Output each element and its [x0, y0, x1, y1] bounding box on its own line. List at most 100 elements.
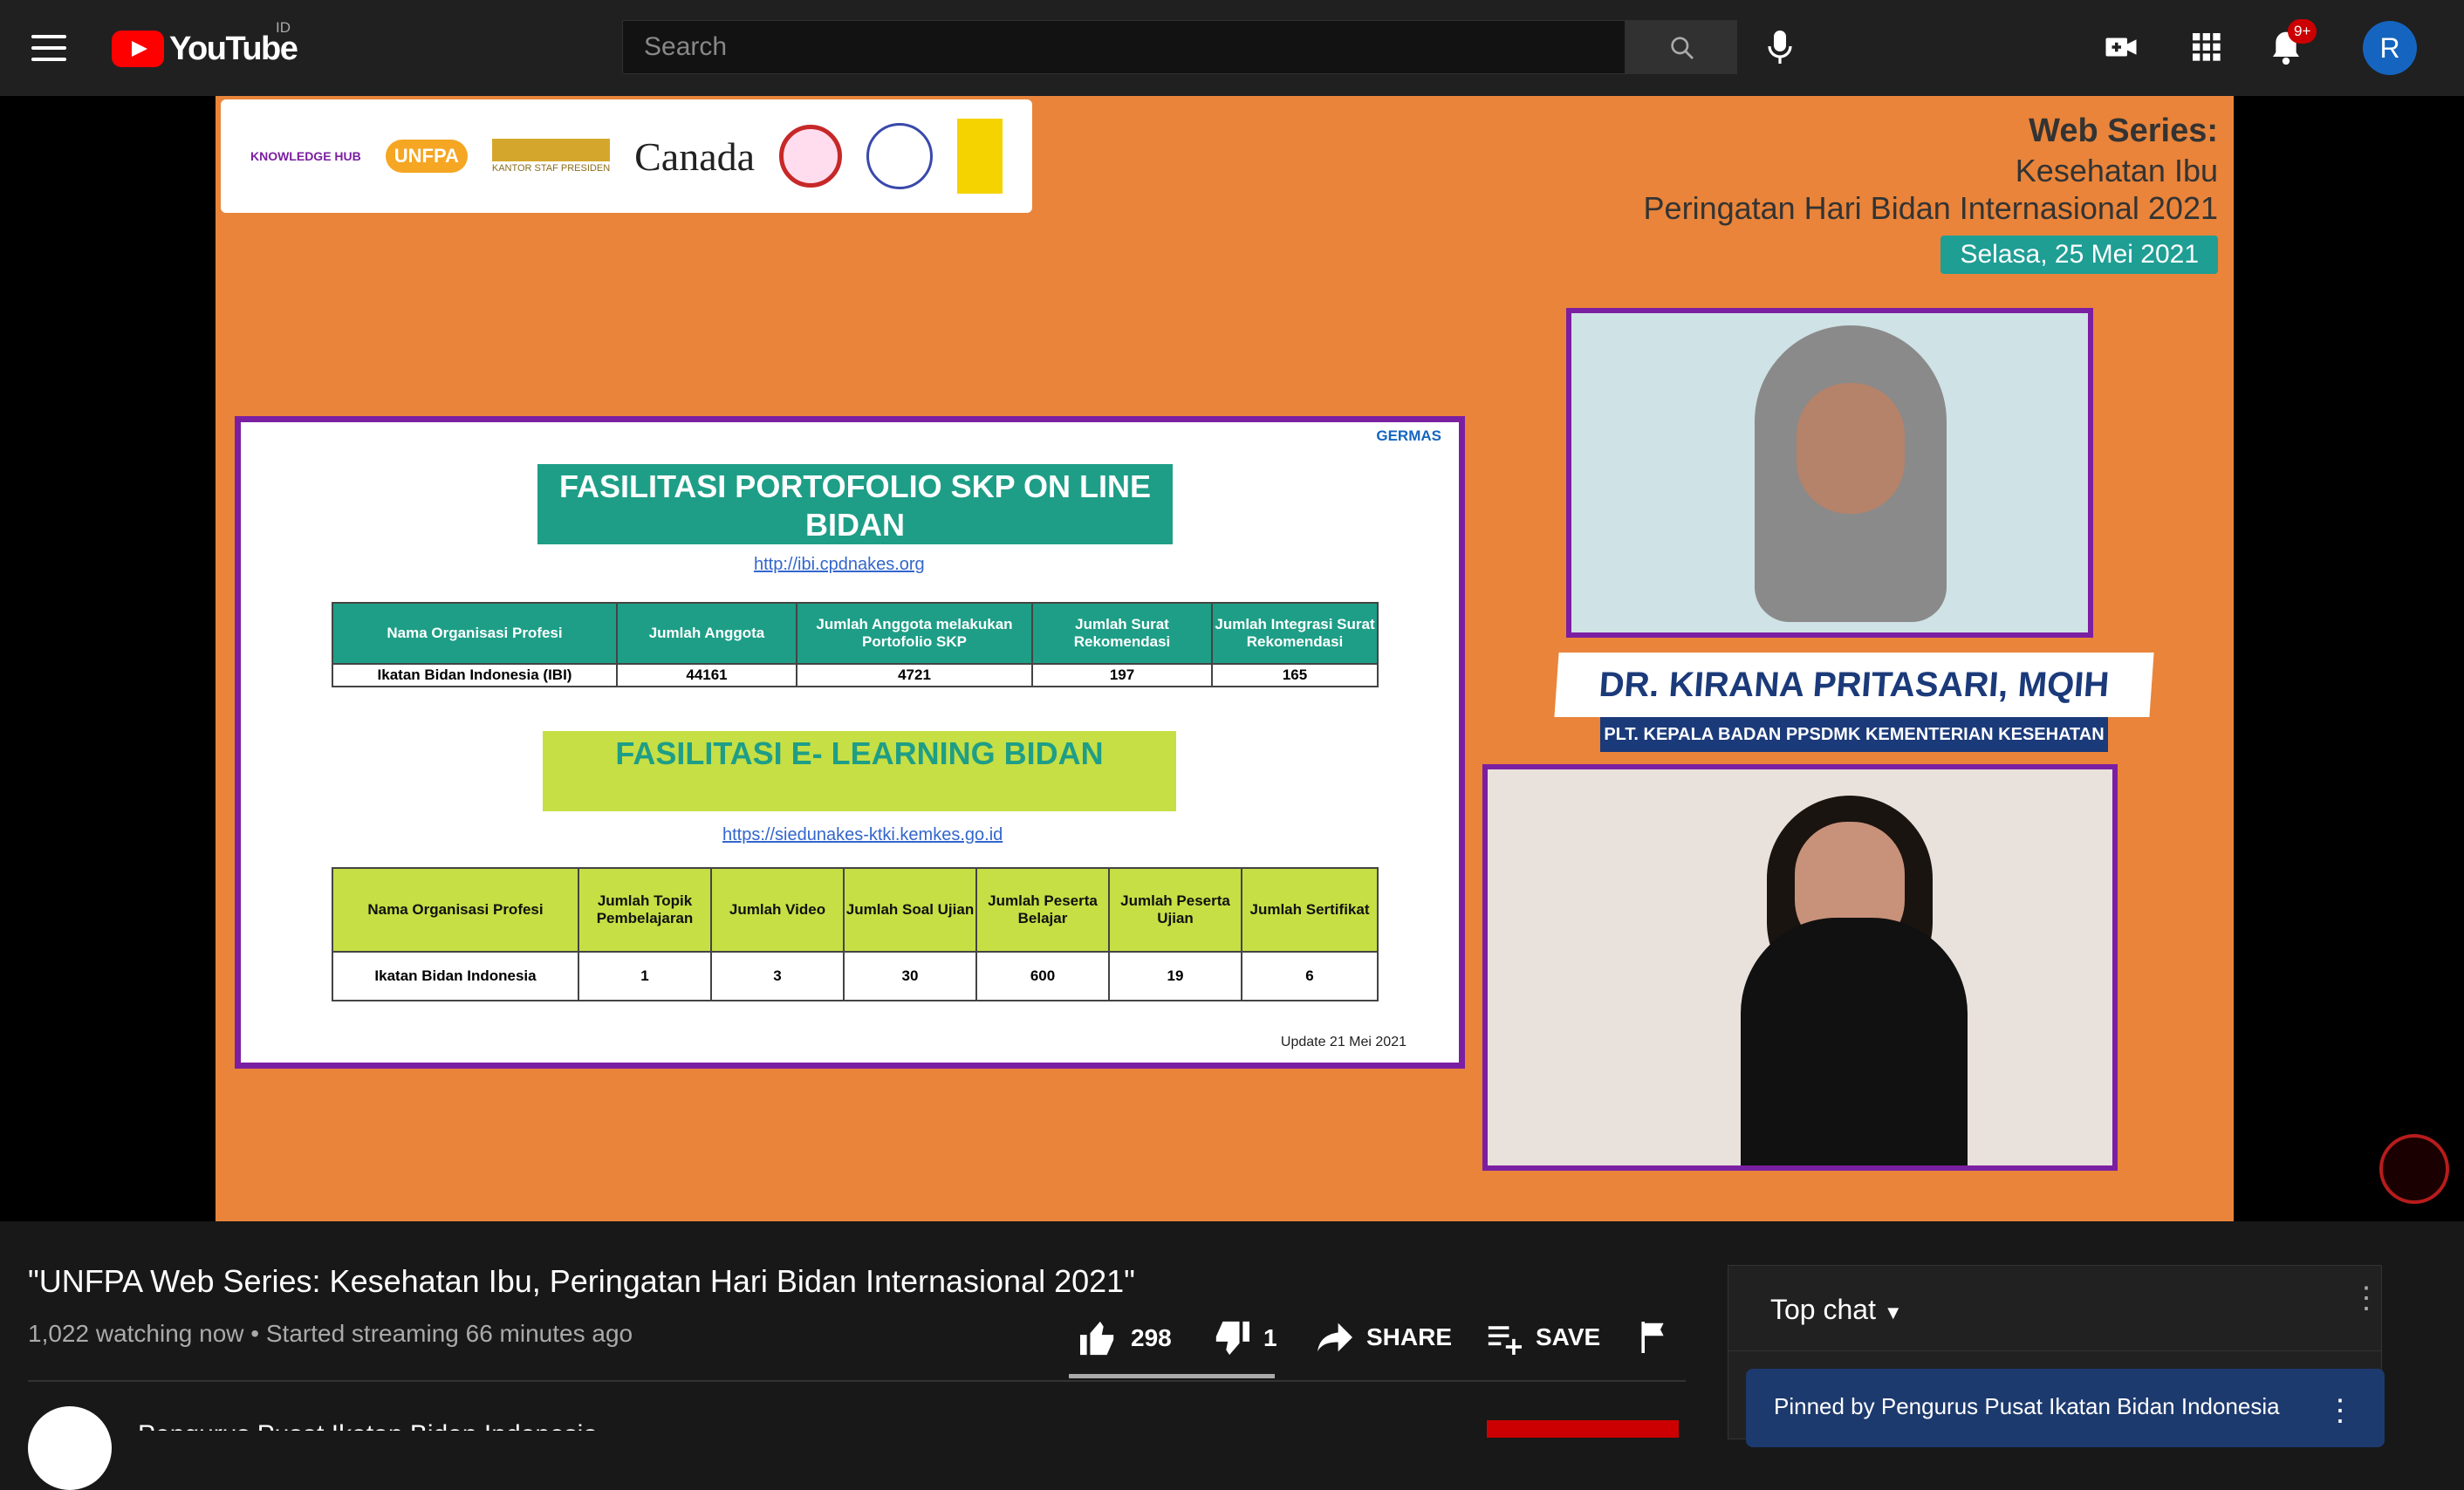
update-note: Update 21 Mei 2021: [1280, 1035, 1407, 1049]
microphone-icon: [1768, 31, 1792, 64]
thumbs-down-icon: [1215, 1321, 1249, 1356]
slide-link-2: https://siedunakes-ktki.kemkes.go.id: [722, 825, 1003, 844]
search-box: [622, 20, 1626, 74]
country-code: ID: [276, 19, 291, 36]
chat-header: Top chat ▼ ⋮: [1728, 1266, 2381, 1351]
speaker-name: DR. KIRANA PRITASARI, MQIH: [1554, 653, 2154, 717]
pinned-message[interactable]: Pinned by Pengurus Pusat Ikatan Bidan In…: [1746, 1369, 2385, 1447]
chat-mode-selector[interactable]: Top chat ▼: [1770, 1294, 1903, 1326]
video-camera-add-icon: [2105, 38, 2137, 57]
video-player[interactable]: KNOWLEDGE HUB UNFPA KANTOR STAF PRESIDEN…: [0, 96, 2464, 1221]
dislike-button[interactable]: 1: [1211, 1320, 1277, 1357]
knowledge-hub-logo: KNOWLEDGE HUB: [250, 149, 361, 163]
chat-more-icon[interactable]: ⋮: [2351, 1283, 2381, 1313]
share-icon: [1318, 1323, 1352, 1352]
table-header: Nama Organisasi Profesi: [332, 602, 618, 665]
table-cell: 3: [710, 951, 845, 1001]
save-button[interactable]: SAVE: [1485, 1320, 1600, 1355]
ibi-seal-icon: [779, 125, 843, 188]
channel-name[interactable]: Pengurus Pusat Ikatan Bidan Indonesia: [138, 1420, 598, 1431]
menu-icon[interactable]: [31, 35, 66, 61]
playlist-add-icon: [1488, 1326, 1522, 1355]
create-video-button[interactable]: [2103, 29, 2139, 70]
like-count: 298: [1131, 1324, 1172, 1351]
elearning-table: Nama Organisasi Profesi Jumlah Topik Pem…: [332, 867, 1379, 1001]
pinned-more-icon[interactable]: ⋮: [2325, 1393, 2355, 1428]
table-header: Jumlah Soal Ujian: [843, 867, 977, 953]
video-frame: KNOWLEDGE HUB UNFPA KANTOR STAF PRESIDEN…: [216, 96, 2234, 1221]
table-header: Jumlah Integrasi Surat Rekomendasi: [1211, 602, 1379, 665]
table-header: Jumlah Topik Pembelajaran: [578, 867, 712, 953]
voice-search-button[interactable]: [1766, 29, 1794, 72]
video-meta: 1,022 watching now • Started streaming 6…: [28, 1320, 633, 1347]
table-cell: 197: [1031, 663, 1213, 687]
table-cell: 19: [1108, 951, 1242, 1001]
account-avatar[interactable]: R: [2363, 21, 2417, 75]
series-info: Web Series: Kesehatan Ibu Peringatan Har…: [1644, 112, 2218, 274]
subscribe-button[interactable]: [1487, 1420, 1679, 1438]
search-input[interactable]: [623, 21, 1625, 73]
series-subtitle: Kesehatan Ibu: [2015, 152, 2218, 188]
youtube-logo[interactable]: YouTube ID: [112, 19, 298, 68]
notification-badge: 9+: [2288, 19, 2317, 44]
apps-grid-icon: [2193, 33, 2221, 61]
partner-logos: KNOWLEDGE HUB UNFPA KANTOR STAF PRESIDEN…: [221, 99, 1032, 213]
share-button[interactable]: SHARE: [1316, 1320, 1452, 1355]
youtube-play-icon: [112, 31, 164, 67]
canada-logo: Canada: [634, 133, 756, 179]
unfpa-logo: UNFPA: [385, 140, 468, 173]
flag-icon: [1641, 1322, 1664, 1353]
search-button[interactable]: [1626, 20, 1737, 74]
sign-language-camera: [1482, 764, 2118, 1171]
table-header: Jumlah Anggota: [616, 602, 797, 665]
table-cell: 44161: [616, 663, 797, 687]
speaker-camera: [1566, 308, 2093, 638]
emblem-icon: [866, 123, 933, 189]
table-cell: Ikatan Bidan Indonesia: [332, 951, 579, 1001]
table-header: Jumlah Surat Rekomendasi: [1031, 602, 1213, 665]
slide-heading-2: FASILITASI E- LEARNING BIDAN: [543, 731, 1176, 811]
channel-watermark-icon[interactable]: [2379, 1134, 2449, 1204]
table-header: Jumlah Peserta Belajar: [975, 867, 1110, 953]
speaker-title: PLT. KEPALA BADAN PPSDMK KEMENTERIAN KES…: [1600, 717, 2108, 752]
search-icon: [1671, 37, 1694, 59]
germas-logo: GERMAS: [1376, 427, 1441, 444]
video-title: "UNFPA Web Series: Kesehatan Ibu, Pering…: [28, 1263, 1135, 1299]
speaker-face: [1797, 383, 1905, 514]
table-cell: 6: [1241, 951, 1379, 1001]
table-header: Jumlah Video: [710, 867, 845, 953]
report-button[interactable]: [1637, 1320, 1668, 1355]
table-cell: 600: [975, 951, 1110, 1001]
table-header: Jumlah Peserta Ujian: [1108, 867, 1242, 953]
channel-avatar[interactable]: [28, 1406, 112, 1490]
table-cell: Ikatan Bidan Indonesia (IBI): [332, 663, 618, 687]
apps-button[interactable]: [2188, 29, 2223, 68]
table-cell: 30: [843, 951, 977, 1001]
pinned-message-text: Pinned by Pengurus Pusat Ikatan Bidan In…: [1774, 1393, 2280, 1419]
sentiment-bar: [1069, 1374, 1275, 1378]
ksp-logo: KANTOR STAF PRESIDEN: [491, 139, 611, 174]
like-button[interactable]: 298: [1078, 1320, 1172, 1357]
table-header: Nama Organisasi Profesi: [332, 867, 579, 953]
top-bar: YouTube ID 9+ R: [0, 0, 2464, 96]
thumbs-up-icon: [1080, 1321, 1114, 1356]
series-event: Peringatan Hari Bidan Internasional 2021: [1643, 189, 2218, 226]
slide-link-1: http://ibi.cpdnakes.org: [754, 555, 925, 574]
yellow-logo-icon: [956, 119, 1003, 194]
table-cell: 4721: [796, 663, 1033, 687]
table-header: Jumlah Sertifikat: [1241, 867, 1379, 953]
presentation-slide: GERMAS FASILITASI PORTOFOLIO SKP ON LINE…: [235, 416, 1465, 1069]
live-chat-panel: Top chat ▼ ⋮ Pinned by Pengurus Pusat Ik…: [1728, 1265, 2385, 1447]
table-header: Jumlah Anggota melakukan Portofolio SKP: [796, 602, 1033, 665]
dropdown-arrow-icon: ▼: [1883, 1302, 1903, 1323]
chat-mode-label: Top chat: [1770, 1294, 1876, 1325]
save-label: SAVE: [1536, 1323, 1601, 1350]
table-cell: 1: [578, 951, 712, 1001]
share-label: SHARE: [1366, 1323, 1453, 1350]
skp-table: Nama Organisasi Profesi Jumlah Anggota J…: [332, 602, 1379, 687]
slide-heading-1: FASILITASI PORTOFOLIO SKP ON LINE BIDAN: [537, 464, 1173, 544]
series-date: Selasa, 25 Mei 2021: [1940, 235, 2218, 274]
dislike-count: 1: [1263, 1324, 1277, 1351]
interpreter-body: [1741, 918, 1968, 1165]
series-title: Web Series:: [2029, 113, 2218, 149]
